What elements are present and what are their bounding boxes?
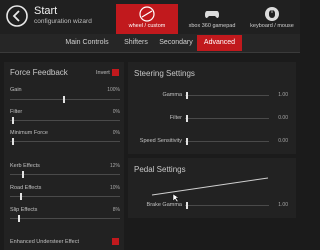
steering-gamma-label: Gamma [162, 92, 182, 98]
steering-gamma-slider-thumb[interactable] [186, 92, 188, 99]
brake-gamma-label: Brake Gamma [146, 202, 182, 208]
speed-sensitivity-slider-thumb[interactable] [186, 138, 188, 145]
slip-effects-label: Slip Effects [10, 207, 38, 213]
ff-filter-value: 0% [112, 109, 120, 115]
mode-wheel-custom[interactable]: wheel / custom [116, 4, 178, 34]
road-effects-slider-thumb[interactable] [20, 193, 22, 200]
steering-filter-label: Filter [169, 115, 182, 121]
ff-filter-label: Filter [10, 109, 23, 115]
brake-gamma-slider-track [185, 205, 269, 206]
slip-effects-slider-thumb[interactable] [18, 215, 20, 222]
steering-filter-value: 0.00 [278, 115, 288, 121]
invert-checkbox[interactable] [112, 69, 119, 76]
mode-label: wheel / custom [128, 23, 166, 29]
pedal-settings-title: Pedal Settings [134, 165, 186, 174]
steering-filter-slider-track [185, 118, 269, 119]
gain-value: 100% [107, 87, 120, 93]
steering-gamma-slider-track [185, 95, 269, 96]
app-subtitle: configuration wizard [34, 18, 92, 25]
brake-gamma-slider-thumb[interactable] [186, 202, 188, 209]
steering-gamma-value: 1.00 [278, 92, 288, 98]
app-title: Start [34, 5, 58, 17]
brake-gamma-value: 1.00 [278, 202, 288, 208]
understeer-label: Enhanced Understeer Effect [10, 239, 79, 245]
mode-label: keyboard / mouse [250, 23, 294, 29]
mode-label: xbox 360 gamepad [188, 23, 236, 29]
kerb-effects-label: Kerb Effects [10, 163, 40, 169]
kerb-effects-slider-thumb[interactable] [22, 171, 24, 178]
invert-label: Invert [96, 70, 110, 76]
kerb-effects-slider-track [10, 174, 120, 175]
minimum-force-slider-track [10, 141, 120, 142]
understeer-checkbox[interactable] [112, 238, 119, 245]
steering-settings-title: Steering Settings [134, 69, 195, 78]
gain-slider-track [10, 99, 120, 100]
speed-sensitivity-slider-track [185, 141, 269, 142]
steering-filter-slider-thumb[interactable] [186, 115, 188, 122]
gamepad-icon [205, 11, 219, 18]
mode-keyboard-mouse[interactable]: keyboard / mouse [246, 4, 298, 34]
road-effects-label: Road Effects [10, 185, 42, 191]
mode-xbox-gamepad[interactable]: xbox 360 gamepad [182, 4, 242, 34]
keyboard-mouse-icon [265, 7, 279, 21]
force-feedback-title: Force Feedback [10, 68, 68, 77]
speed-sensitivity-label: Speed Sensitivity [139, 138, 182, 144]
ff-filter-slider-thumb[interactable] [12, 117, 14, 124]
road-effects-value: 10% [109, 185, 120, 191]
minimum-force-value: 0% [112, 130, 120, 136]
road-effects-slider-track [10, 196, 120, 197]
tab-advanced[interactable]: Advanced [197, 35, 242, 51]
slip-effects-slider-track [10, 218, 120, 219]
minimum-force-slider-thumb[interactable] [12, 138, 14, 145]
minimum-force-label: Minimum Force [10, 130, 48, 136]
tab-shifters[interactable]: Shifters [116, 35, 156, 51]
tab-main-controls[interactable]: Main Controls [62, 35, 112, 51]
back-arrow-icon[interactable] [5, 4, 29, 28]
speed-sensitivity-value: 0.00 [278, 138, 288, 144]
slip-effects-value: 8% [112, 207, 120, 213]
brake-gamma-curve [151, 177, 269, 196]
gain-label: Gain [10, 87, 22, 93]
wheel-icon [139, 6, 155, 22]
kerb-effects-value: 12% [109, 163, 120, 169]
gain-slider-thumb[interactable] [63, 96, 65, 103]
tab-secondary[interactable]: Secondary [158, 35, 194, 51]
ff-filter-slider-track [10, 120, 120, 121]
